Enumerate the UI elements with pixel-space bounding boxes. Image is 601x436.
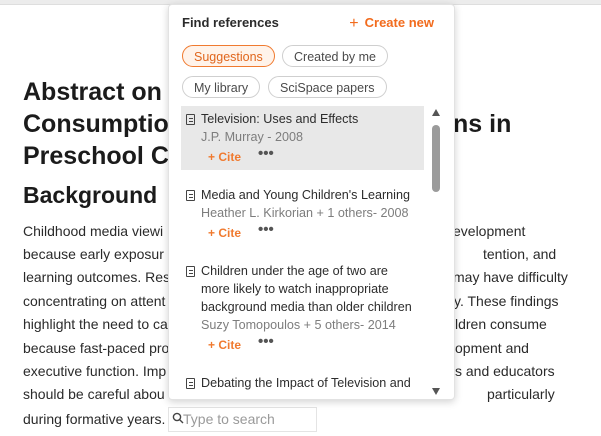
filter-scispace-papers[interactable]: SciSpace papers: [268, 76, 387, 98]
find-references-popup: Find references + Create new Suggestions …: [168, 4, 455, 400]
search-input[interactable]: [183, 410, 309, 428]
scrollbar-thumb[interactable]: [432, 125, 440, 192]
body-line-right: opment and: [455, 340, 529, 356]
document-icon: [186, 378, 195, 389]
cite-button[interactable]: + Cite: [208, 150, 241, 164]
section-heading: Background: [23, 182, 158, 208]
reference-item[interactable]: Media and Young Children's Learning Heat…: [181, 182, 424, 246]
filter-suggestions[interactable]: Suggestions: [182, 45, 275, 67]
title-line-3: Preschool C: [23, 142, 169, 170]
reference-title: Children under the age of two are more l…: [201, 264, 412, 314]
more-options-icon[interactable]: •••: [258, 333, 274, 350]
body-line-right: y. These findings: [454, 293, 559, 309]
body-line-right: s and educators: [455, 363, 555, 379]
cite-button[interactable]: + Cite: [208, 338, 241, 352]
title-right-fragment: ns in: [453, 110, 512, 138]
reference-title: Television: Uses and Effects: [201, 112, 359, 126]
body-line: highlight the need to ca: [23, 316, 168, 332]
body-line-right: particularly: [487, 386, 555, 402]
reference-search-box: [168, 407, 317, 432]
document-icon: [186, 190, 195, 201]
body-line-right: ldren consume: [455, 316, 547, 332]
reference-meta: Suzy Tomopoulos + 5 others- 2014: [201, 318, 396, 332]
filter-created-by-me[interactable]: Created by me: [282, 45, 388, 67]
title-line-1: Abstract on: [23, 78, 162, 106]
plus-icon: +: [349, 15, 359, 32]
reference-actions: + Cite •••: [201, 221, 418, 244]
document-icon: [186, 114, 195, 125]
document-icon: [186, 266, 195, 277]
more-options-icon[interactable]: •••: [258, 221, 274, 238]
scroll-down-arrow-icon[interactable]: [432, 388, 440, 395]
reference-list: Television: Uses and Effects J.P. Murray…: [181, 106, 424, 396]
reference-meta: J.P. Murray - 2008: [201, 130, 303, 144]
filter-my-library[interactable]: My library: [182, 76, 261, 98]
create-new-button[interactable]: + Create new: [349, 14, 434, 32]
reference-item[interactable]: Debating the Impact of Television and: [181, 370, 424, 396]
reference-item[interactable]: Children under the age of two are more l…: [181, 258, 424, 360]
reference-actions: + Cite •••: [201, 333, 418, 356]
body-line-right: tention, and: [483, 246, 557, 262]
reference-meta: Heather L. Kirkorian + 1 others- 2008: [201, 206, 409, 220]
reference-list-scrollbar[interactable]: [431, 109, 441, 395]
body-line-right: evelopment: [453, 223, 526, 239]
reference-title: Debating the Impact of Television and: [201, 376, 411, 390]
cite-button[interactable]: + Cite: [208, 226, 241, 240]
body-line: concentrating on attent: [23, 293, 166, 309]
title-line-2: Consumptio: [23, 110, 169, 138]
create-new-label: Create new: [364, 15, 434, 30]
body-line: learning outcomes. Res: [23, 269, 171, 285]
body-line: executive function. Imp: [23, 363, 167, 379]
reference-item[interactable]: Television: Uses and Effects J.P. Murray…: [181, 106, 424, 170]
more-options-icon[interactable]: •••: [258, 145, 274, 162]
body-line-right: may have difficulty: [453, 269, 568, 285]
reference-actions: + Cite •••: [201, 145, 418, 168]
body-line: should be careful abou: [23, 386, 165, 402]
scroll-up-arrow-icon[interactable]: [432, 109, 440, 116]
reference-title: Media and Young Children's Learning: [201, 188, 410, 202]
popup-title: Find references: [182, 15, 279, 30]
body-line: because early exposur: [23, 246, 164, 262]
body-line: during formative years.: [23, 411, 166, 427]
body-line: Childhood media viewi: [23, 223, 164, 239]
body-line: because fast-paced pro: [23, 340, 170, 356]
